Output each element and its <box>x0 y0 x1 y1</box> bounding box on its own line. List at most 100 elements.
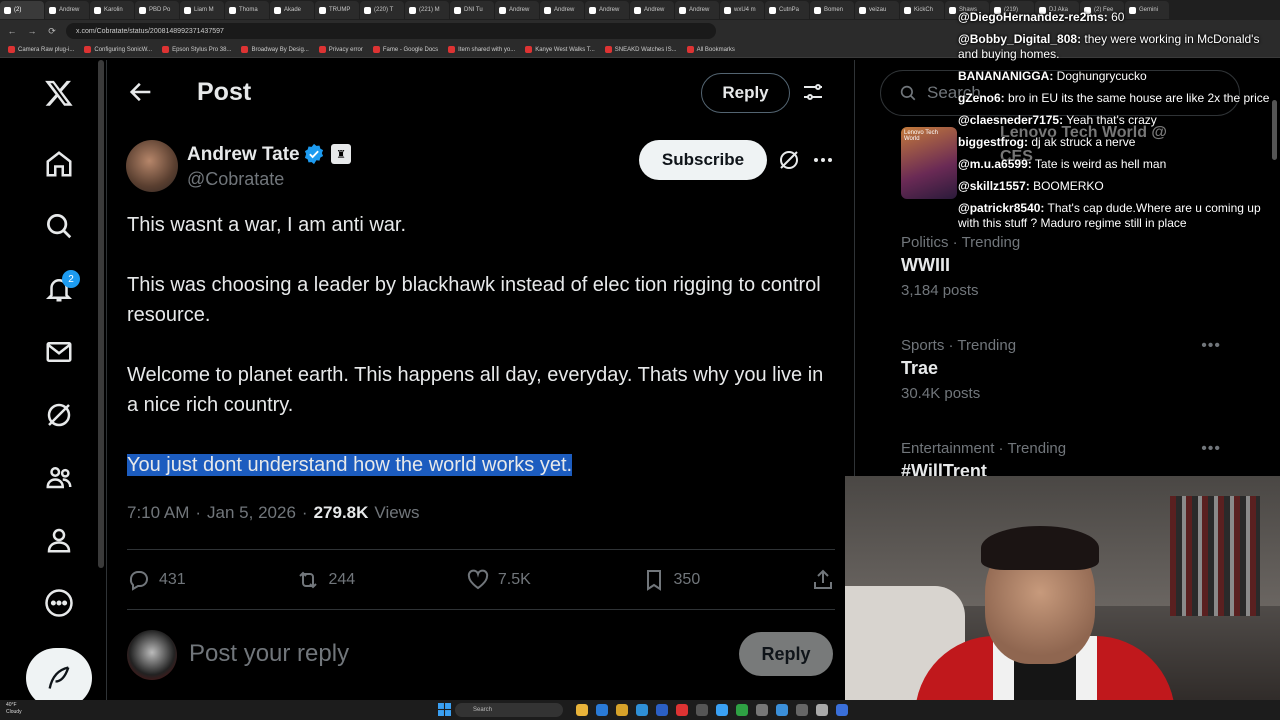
profile-icon[interactable] <box>40 521 78 559</box>
browser-tab[interactable]: Karolin <box>90 1 134 19</box>
browser-tab[interactable]: Andrew <box>675 1 719 19</box>
bookmark-item[interactable]: Epson Stylus Pro 38... <box>162 46 231 53</box>
file-explorer-icon[interactable] <box>576 704 588 716</box>
messages-icon[interactable] <box>40 333 78 371</box>
promo-image[interactable]: Lenovo Tech World <box>901 127 957 199</box>
filter-sliders-icon[interactable] <box>801 80 825 104</box>
communities-icon[interactable] <box>40 458 78 496</box>
bookmark-item[interactable]: Camera Raw plug-i... <box>8 46 74 53</box>
share-action[interactable] <box>811 568 835 592</box>
bookmark-item[interactable]: Configuring SonicW... <box>84 46 152 53</box>
app-icon[interactable] <box>816 704 828 716</box>
tab-favicon-icon <box>274 6 281 14</box>
app-icon[interactable] <box>736 704 748 716</box>
post-action-bar: 431 244 7.5K 350 <box>127 565 835 595</box>
browser-tab[interactable]: Bomen <box>810 1 854 19</box>
tab-label: CutnPa <box>779 7 800 13</box>
app-icon[interactable] <box>696 704 708 716</box>
grok-icon[interactable] <box>40 396 78 434</box>
notifications-icon[interactable]: 2 <box>40 270 80 308</box>
reply-input[interactable]: Post your reply <box>189 640 349 668</box>
more-horizontal-icon[interactable] <box>811 148 835 172</box>
compose-post-button[interactable] <box>26 648 92 708</box>
chat-username: BANANANIGGA: <box>958 69 1054 83</box>
browser-tab[interactable]: wxU4 m <box>720 1 764 19</box>
browser-tab[interactable]: Andrew <box>495 1 539 19</box>
trend-more-icon[interactable]: ••• <box>1201 440 1221 458</box>
tab-favicon-icon <box>139 6 146 14</box>
app-icon[interactable] <box>756 704 768 716</box>
reload-icon[interactable]: ⟳ <box>46 26 58 37</box>
browser-tab[interactable]: (221) M <box>405 1 449 19</box>
tab-label: TRUMP <box>329 7 351 13</box>
more-options-icon[interactable] <box>40 584 78 622</box>
bookmark-item[interactable]: Privacy error <box>318 46 363 53</box>
browser-tab[interactable]: (220) T <box>360 1 404 19</box>
page-scrollbar[interactable] <box>98 60 104 568</box>
bookmark-item[interactable]: Fame - Google Docs <box>372 46 438 53</box>
bookmark-item[interactable]: SNEAKD Watches IS... <box>604 46 677 53</box>
browser-tab[interactable]: (2) <box>0 1 44 19</box>
back-nav-icon[interactable]: ← <box>6 26 18 36</box>
trend-more-icon[interactable]: ••• <box>1201 337 1221 355</box>
bookmark-favicon-icon <box>604 46 612 53</box>
forward-nav-icon[interactable]: → <box>26 26 38 36</box>
app-icon[interactable] <box>836 704 848 716</box>
browser-tab[interactable]: Akade <box>270 1 314 19</box>
subscribe-button[interactable]: Subscribe <box>639 140 767 180</box>
app-icon[interactable] <box>656 704 668 716</box>
search-icon[interactable] <box>40 207 78 245</box>
home-icon[interactable] <box>40 145 78 183</box>
browser-tab[interactable]: Thoma <box>225 1 269 19</box>
browser-tab[interactable]: CutnPa <box>765 1 809 19</box>
reply-header-button[interactable]: Reply <box>701 73 790 113</box>
bookmark-item[interactable]: Item shared with yo... <box>448 46 515 53</box>
bookmark-favicon-icon <box>84 46 92 53</box>
repost-action[interactable]: 244 <box>296 568 355 592</box>
browser-tab[interactable]: TRUMP <box>315 1 359 19</box>
chat-message: @patrickr8540: That's cap dude.Where are… <box>958 201 1276 231</box>
app-icon[interactable] <box>716 704 728 716</box>
user-avatar[interactable] <box>127 630 177 680</box>
taskbar-search[interactable]: Search <box>455 703 563 717</box>
app-icon[interactable] <box>596 704 608 716</box>
author-handle[interactable]: @Cobratate <box>187 169 284 190</box>
tab-label: Karolin <box>104 7 123 13</box>
browser-tab[interactable]: Andrew <box>540 1 584 19</box>
app-icon[interactable] <box>616 704 628 716</box>
author-avatar[interactable] <box>126 140 178 192</box>
app-icon[interactable] <box>796 704 808 716</box>
bookmark-count: 350 <box>673 571 701 588</box>
author-name[interactable]: Andrew Tate <box>187 144 300 166</box>
bookmark-action[interactable]: 350 <box>642 568 701 592</box>
reply-submit-button[interactable]: Reply <box>739 632 833 676</box>
browser-tab[interactable]: Andrew <box>45 1 89 19</box>
back-arrow-icon[interactable] <box>127 78 155 106</box>
chrome-icon[interactable] <box>676 704 688 716</box>
post-date[interactable]: Jan 5, 2026 <box>207 503 296 523</box>
grok-explain-icon[interactable] <box>777 148 801 172</box>
browser-tab[interactable]: Andrew <box>585 1 629 19</box>
trend-item[interactable]: Sports · Trending Trae 30.4K posts ••• <box>901 337 1231 402</box>
browser-tab[interactable]: DNI Tu <box>450 1 494 19</box>
like-action[interactable]: 7.5K <box>466 568 531 592</box>
windows-start-icon[interactable] <box>438 703 451 716</box>
weather-widget[interactable]: 40°F Cloudy <box>6 702 22 716</box>
browser-tab[interactable]: Liam M <box>180 1 224 19</box>
browser-tab[interactable]: Andrew <box>630 1 674 19</box>
bookmark-item[interactable]: Broadway By Desig... <box>241 46 309 53</box>
edge-icon[interactable] <box>636 704 648 716</box>
browser-tab[interactable]: PBD Po <box>135 1 179 19</box>
bookmark-item[interactable]: Kanye West Walks T... <box>525 46 595 53</box>
app-icon[interactable] <box>776 704 788 716</box>
browser-tab[interactable]: veizau <box>855 1 899 19</box>
post-time[interactable]: 7:10 AM <box>127 503 189 523</box>
tab-label: wxU4 m <box>734 7 756 13</box>
bookmark-item[interactable]: All Bookmarks <box>686 46 735 53</box>
chat-username: biggestfrog: <box>958 135 1028 149</box>
trend-item[interactable]: Politics · Trending WWIII 3,184 posts <box>901 234 1231 299</box>
browser-tab[interactable]: KickCh <box>900 1 944 19</box>
x-logo-icon[interactable] <box>40 74 78 112</box>
address-bar[interactable]: x.com/Cobratate/status/20081489923714375… <box>66 23 716 39</box>
reply-action[interactable]: 431 <box>127 568 186 592</box>
